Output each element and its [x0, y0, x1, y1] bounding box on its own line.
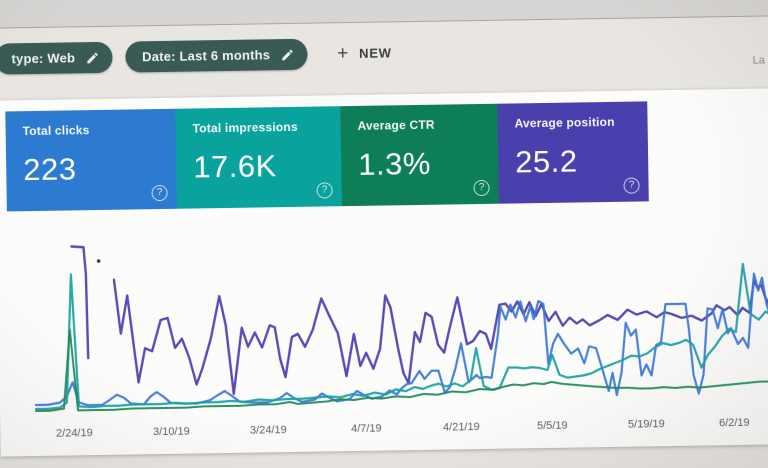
- photo-background: { "filter_bar": { "search_type_chip": "t…: [0, 0, 768, 468]
- performance-chart[interactable]: [33, 223, 768, 425]
- top-right-text-fragment: La: [752, 54, 765, 67]
- metric-card-average-position[interactable]: Average position 25.2 ?: [497, 101, 649, 204]
- browser-screen: type: Web Date: Last 6 months + NEW La T…: [0, 14, 768, 468]
- metric-value: 17.6K: [192, 148, 277, 185]
- x-axis-label: 5/19/19: [627, 418, 665, 431]
- performance-panel: Total clicks 223 ? Total impressions 17.…: [0, 88, 768, 457]
- metric-label: Total clicks: [22, 123, 90, 139]
- chart-canvas[interactable]: [33, 223, 768, 425]
- metric-cards: Total clicks 223 ? Total impressions 17.…: [5, 101, 649, 212]
- plus-icon: +: [337, 42, 350, 64]
- new-filter-button[interactable]: + NEW: [337, 42, 392, 65]
- help-icon[interactable]: ?: [623, 177, 640, 194]
- metric-label: Total impressions: [192, 119, 298, 136]
- edit-pencil-icon[interactable]: [85, 50, 99, 64]
- help-icon[interactable]: ?: [151, 184, 168, 202]
- x-axis-label: 4/21/19: [442, 421, 480, 434]
- chart-line-clicks: [34, 272, 768, 407]
- help-icon[interactable]: ?: [316, 182, 333, 199]
- edit-pencil-icon[interactable]: [280, 47, 294, 61]
- x-axis-label: 2/24/19: [55, 427, 93, 440]
- x-axis-label: 6/2/19: [718, 416, 750, 430]
- metric-value: 25.2: [514, 143, 578, 180]
- search-type-chip-label: type: Web: [11, 50, 76, 67]
- metric-card-average-ctr[interactable]: Average CTR 1.3% ?: [340, 103, 499, 207]
- metric-card-total-impressions[interactable]: Total impressions 17.6K ?: [175, 106, 342, 209]
- metric-label: Average position: [514, 114, 615, 131]
- x-axis-label: 4/7/19: [350, 422, 382, 436]
- metric-value: 1.3%: [357, 145, 432, 182]
- metric-value: 223: [22, 151, 77, 188]
- new-button-label: NEW: [358, 45, 392, 61]
- search-type-chip[interactable]: type: Web: [0, 41, 113, 75]
- x-axis-label: 5/5/19: [536, 419, 568, 433]
- metric-label: Average CTR: [357, 117, 435, 133]
- stray-dot: [96, 259, 101, 263]
- date-filter-chip[interactable]: Date: Last 6 months: [124, 38, 308, 73]
- x-axis-label: 3/10/19: [152, 425, 190, 439]
- metric-card-total-clicks[interactable]: Total clicks 223 ?: [5, 108, 177, 212]
- help-icon[interactable]: ?: [473, 179, 490, 197]
- x-axis-label: 3/24/19: [249, 424, 287, 437]
- date-filter-chip-label: Date: Last 6 months: [142, 47, 271, 65]
- filter-bar: type: Web Date: Last 6 months + NEW: [0, 37, 392, 75]
